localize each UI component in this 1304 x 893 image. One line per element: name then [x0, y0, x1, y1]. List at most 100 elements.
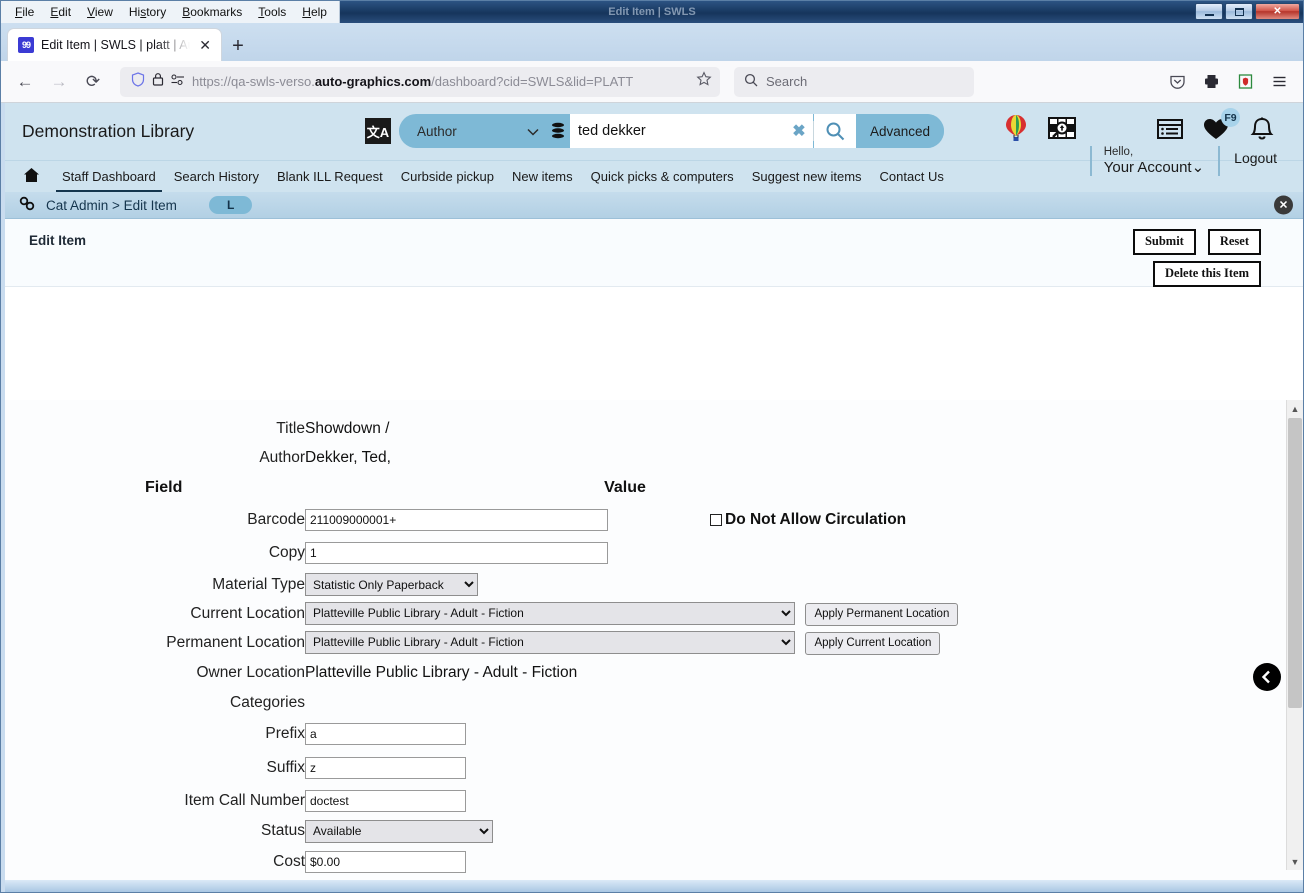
heart-icon[interactable]: F9: [1193, 108, 1240, 149]
reset-button[interactable]: Reset: [1207, 229, 1261, 255]
breadcrumb[interactable]: Cat Admin > Edit Item: [46, 198, 177, 213]
library-header: Demonstration Library 文A Author ted dekk…: [5, 103, 1303, 177]
barcode-input[interactable]: [305, 508, 608, 531]
form-scrollbar[interactable]: ▲ ▼: [1286, 400, 1303, 870]
row-owner-location: Owner Location Platteville Public Librar…: [5, 657, 958, 688]
favicon-icon: 99: [18, 37, 34, 53]
barcode-label: Barcode: [247, 510, 305, 528]
do-not-circulate-checkbox[interactable]: [710, 513, 723, 526]
suffix-input[interactable]: [305, 757, 466, 779]
nav-item-contact-us[interactable]: Contact Us: [871, 163, 953, 190]
nav-item-new-items[interactable]: New items: [503, 163, 582, 190]
tab-title: Edit Item | SWLS | platt | Auto-G: [41, 38, 190, 52]
forward-button[interactable]: →: [44, 67, 74, 97]
bell-icon[interactable]: [1239, 109, 1285, 149]
current-location-select[interactable]: Platteville Public Library - Adult - Fic…: [305, 601, 795, 625]
title-label: Title: [276, 419, 305, 437]
print-icon[interactable]: [1196, 67, 1226, 97]
nav-item-suggest-new-items[interactable]: Suggest new items: [743, 163, 871, 190]
material-type-select[interactable]: Statistic Only Paperback: [305, 573, 478, 596]
search-submit-icon[interactable]: [814, 114, 856, 148]
copy-label: Copy: [268, 543, 305, 561]
menu-edit[interactable]: Edit: [42, 3, 79, 21]
column-header-value: Value: [604, 479, 646, 496]
cost-input[interactable]: [305, 850, 466, 873]
maximize-button[interactable]: [1225, 3, 1253, 20]
browser-navbar: ← → ⟳ https://qa-swls-verso.auto-graphic…: [1, 61, 1303, 103]
permanent-location-label: Permanent Location: [166, 633, 305, 651]
nav-item-search-history[interactable]: Search History: [165, 163, 268, 190]
chevron-down-icon: [527, 124, 539, 139]
database-icon[interactable]: [549, 122, 567, 140]
scroll-up-arrow-icon[interactable]: ▲: [1287, 400, 1303, 417]
scrollbar-thumb[interactable]: [1288, 418, 1302, 708]
home-icon[interactable]: [23, 167, 40, 187]
material-type-label: Material Type: [212, 575, 305, 593]
search-input[interactable]: ted dekker: [570, 114, 785, 148]
apply-permanent-location-button[interactable]: Apply Permanent Location: [805, 602, 959, 626]
prefix-input[interactable]: [305, 723, 466, 745]
url-text: https://qa-swls-verso.auto-graphics.com/…: [192, 74, 634, 89]
cost-label: Cost: [273, 852, 305, 870]
tab-close-icon[interactable]: ✕: [197, 38, 213, 52]
apply-current-location-button[interactable]: Apply Current Location: [805, 631, 941, 655]
nav-item-quick-picks[interactable]: Quick picks & computers: [582, 163, 743, 190]
search-index-select[interactable]: Author: [399, 114, 549, 148]
status-strip: [5, 880, 1303, 892]
close-button[interactable]: ✕: [1255, 3, 1300, 20]
row-item-call-number: Item Call Number: [5, 785, 958, 816]
nav-item-staff-dashboard[interactable]: Staff Dashboard: [53, 163, 165, 193]
row-column-headers: Field Value: [5, 472, 958, 504]
pocket-icon[interactable]: [1162, 67, 1192, 97]
browser-search-bar[interactable]: Search: [734, 66, 974, 97]
item-call-number-label: Item Call Number: [184, 791, 305, 809]
submit-button[interactable]: Submit: [1132, 229, 1196, 255]
current-location-label: Current Location: [190, 604, 305, 622]
library-name: Demonstration Library: [22, 121, 195, 141]
logout-link[interactable]: Logout: [1218, 146, 1285, 177]
link-icon: [19, 196, 36, 214]
account-row: Hello, Your Account⌄ Logout: [1089, 146, 1285, 177]
advanced-search-button[interactable]: Advanced: [856, 114, 945, 148]
account-label: Your Account⌄: [1103, 159, 1205, 177]
menu-icon[interactable]: [1264, 67, 1294, 97]
menu-tools[interactable]: Tools: [250, 3, 294, 21]
reload-button[interactable]: ⟳: [78, 67, 108, 97]
status-select[interactable]: Available: [305, 819, 493, 843]
item-call-number-input[interactable]: [305, 789, 466, 812]
suffix-label: Suffix: [266, 759, 306, 776]
menu-help[interactable]: Help: [294, 3, 335, 21]
heart-badge: F9: [1221, 108, 1240, 127]
nav-item-curbside-pickup[interactable]: Curbside pickup: [392, 163, 503, 190]
star-icon[interactable]: [696, 71, 712, 92]
permissions-icon[interactable]: [171, 73, 185, 91]
translate-icon[interactable]: 文A: [365, 118, 391, 144]
list-icon[interactable]: [1147, 109, 1193, 149]
collapse-panel-button[interactable]: [1253, 663, 1281, 691]
prefix-label: Prefix: [265, 725, 305, 742]
close-icon[interactable]: ✕: [1274, 195, 1293, 215]
extension-icon[interactable]: [1230, 67, 1260, 97]
permanent-location-select[interactable]: Platteville Public Library - Adult - Fic…: [305, 630, 795, 654]
scroll-down-arrow-icon[interactable]: ▼: [1287, 853, 1303, 870]
clear-search-icon[interactable]: ✖: [785, 114, 813, 148]
account-menu[interactable]: Hello, Your Account⌄: [1089, 146, 1218, 177]
menu-file[interactable]: File: [7, 3, 42, 21]
balloon-icon[interactable]: [993, 109, 1039, 149]
menu-history[interactable]: History: [121, 3, 174, 21]
map-search-icon[interactable]: [1039, 109, 1085, 149]
delete-item-button[interactable]: Delete this Item: [1153, 261, 1261, 287]
menu-bookmarks[interactable]: Bookmarks: [174, 3, 250, 21]
browser-tab[interactable]: 99 Edit Item | SWLS | platt | Auto-G ✕: [7, 28, 222, 61]
close-icon: ✕: [1273, 6, 1282, 17]
minimize-button[interactable]: [1195, 3, 1223, 20]
nav-item-blank-ill-request[interactable]: Blank ILL Request: [268, 163, 392, 190]
menu-view[interactable]: View: [79, 3, 121, 21]
url-bar[interactable]: https://qa-swls-verso.auto-graphics.com/…: [120, 66, 720, 97]
row-material-type: Material Type Statistic Only Paperback: [5, 570, 958, 599]
back-button[interactable]: ←: [10, 67, 40, 97]
do-not-circulate-field[interactable]: Do Not Allow Circulation: [710, 511, 958, 529]
copy-input[interactable]: [305, 541, 608, 564]
new-tab-button[interactable]: +: [222, 31, 254, 61]
location-badge[interactable]: L: [208, 196, 253, 214]
